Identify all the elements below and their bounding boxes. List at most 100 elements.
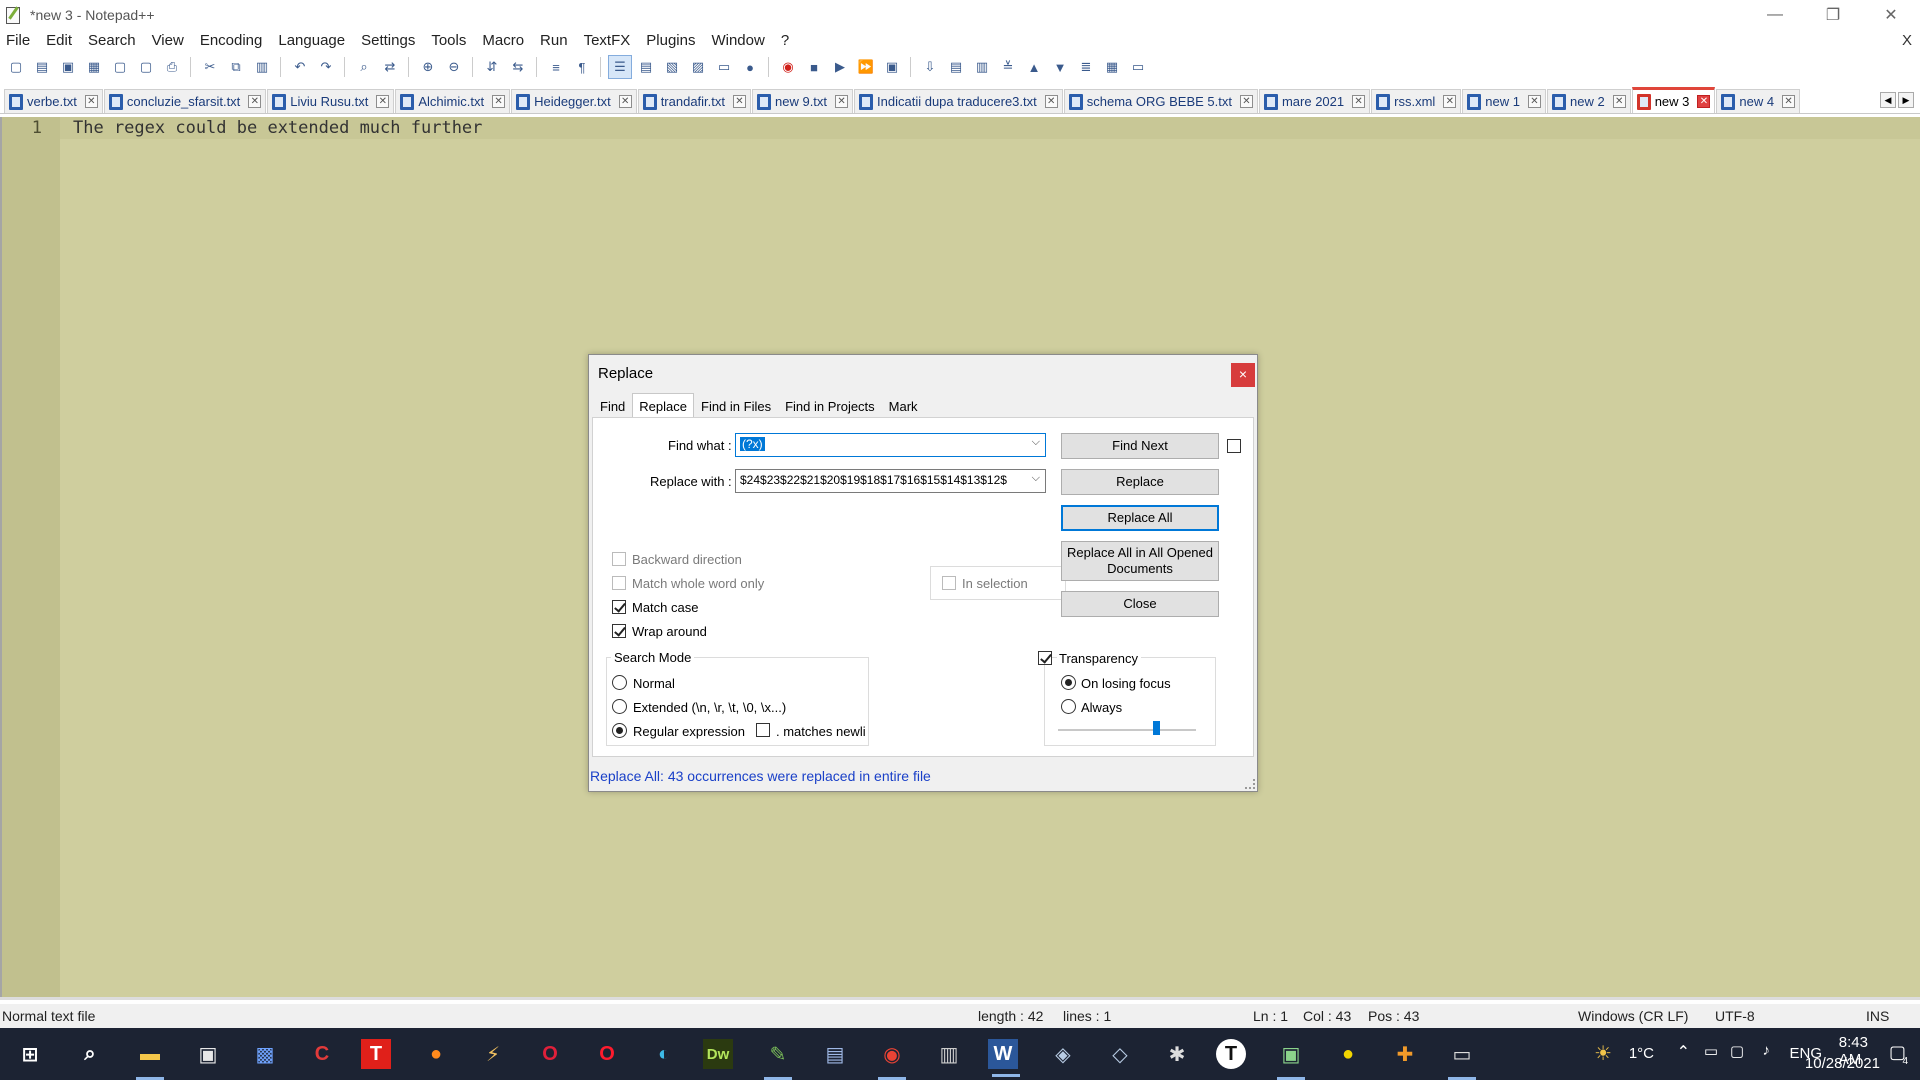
match-case-checkbox[interactable]: [612, 600, 626, 614]
paste-icon[interactable]: ▥: [250, 55, 274, 79]
tab-new-3[interactable]: new 3 ✕: [1631, 87, 1716, 113]
plugin-tool-3-icon[interactable]: ▥: [970, 55, 994, 79]
plugin-tool-2-icon[interactable]: ▤: [944, 55, 968, 79]
app-icon-3[interactable]: ▤: [817, 1036, 853, 1072]
zoom-in-icon[interactable]: ⊕: [416, 55, 440, 79]
store-icon[interactable]: ▣: [190, 1036, 226, 1072]
close-window-button[interactable]: ✕: [1862, 0, 1920, 30]
backward-direction-checkbox[interactable]: [612, 552, 626, 566]
transparency-slider-track[interactable]: [1058, 729, 1196, 731]
tab-new-2[interactable]: new 2 ✕: [1547, 89, 1631, 113]
macro-run-multiple-icon[interactable]: ⏩: [854, 55, 878, 79]
editor-text-line[interactable]: The regex could be extended much further: [73, 118, 482, 138]
t-app-icon[interactable]: T: [361, 1039, 391, 1069]
tab-concluzie-sfarsit[interactable]: concluzie_sfarsit.txt ✕: [103, 89, 267, 113]
save-icon[interactable]: ▣: [56, 55, 80, 79]
menu-window[interactable]: Window: [703, 30, 772, 52]
tab-liviu-rusu[interactable]: Liviu Rusu.txt ✕: [267, 89, 395, 113]
app-icon-6[interactable]: ◇: [1102, 1036, 1138, 1072]
zoom-out-icon[interactable]: ⊖: [442, 55, 466, 79]
tab-verbe[interactable]: verbe.txt ✕: [4, 89, 103, 113]
transparency-checkbox[interactable]: [1038, 651, 1052, 665]
plugin-tool-6-icon[interactable]: ▦: [1100, 55, 1124, 79]
tab-close-icon[interactable]: ✕: [492, 95, 506, 108]
app-icon-2[interactable]: ⚡: [475, 1036, 511, 1072]
tab-find-in-files[interactable]: Find in Files: [694, 395, 778, 417]
volume-icon[interactable]: ♪: [1763, 1042, 1771, 1059]
close-file-icon[interactable]: ▢: [108, 55, 132, 79]
encoding-status[interactable]: UTF-8: [1715, 1008, 1755, 1024]
tab-close-icon[interactable]: ✕: [1528, 95, 1541, 108]
maximize-button[interactable]: ❐: [1804, 0, 1862, 30]
file-explorer-icon[interactable]: ▬: [132, 1036, 168, 1080]
chevron-down-icon[interactable]: ⌵: [1028, 472, 1040, 485]
word-icon[interactable]: W: [988, 1039, 1020, 1077]
tab-scroll-right-icon[interactable]: ▶: [1898, 92, 1914, 108]
eol-status[interactable]: Windows (CR LF): [1578, 1008, 1688, 1024]
regex-mode-radio[interactable]: [612, 723, 627, 738]
sync-vertical-icon[interactable]: ⇵: [480, 55, 504, 79]
user-lang-icon[interactable]: ▨: [686, 55, 710, 79]
menu-edit[interactable]: Edit: [38, 30, 80, 52]
search-icon[interactable]: ⌕: [72, 1036, 108, 1072]
tab-new-4[interactable]: new 4 ✕: [1716, 89, 1801, 113]
resize-grip-icon[interactable]: [1245, 779, 1255, 789]
dreamweaver-icon[interactable]: Dw: [703, 1039, 733, 1069]
arrow-up-icon[interactable]: ▲: [1022, 55, 1046, 79]
close-button[interactable]: Close: [1061, 591, 1219, 617]
app-icon-4[interactable]: ▥: [931, 1036, 967, 1072]
tab-close-icon[interactable]: ✕: [1612, 95, 1626, 108]
sync-horizontal-icon[interactable]: ⇆: [506, 55, 530, 79]
menu-language[interactable]: Language: [270, 30, 353, 52]
plugin-tool-4-icon[interactable]: ≚: [996, 55, 1020, 79]
in-selection-checkbox[interactable]: [942, 576, 956, 590]
close-all-icon[interactable]: ▢: [134, 55, 158, 79]
tab-close-icon[interactable]: ✕: [1239, 95, 1253, 108]
tab-rss-xml[interactable]: rss.xml ✕: [1371, 89, 1462, 113]
open-file-icon[interactable]: ▤: [30, 55, 54, 79]
folder-workspace-icon[interactable]: ▭: [712, 55, 736, 79]
weather-icon[interactable]: ☀: [1594, 1041, 1612, 1066]
tab-mark[interactable]: Mark: [882, 395, 925, 417]
app-icon-1[interactable]: ▩: [247, 1036, 283, 1072]
find-what-combo[interactable]: (?x) ⌵: [735, 433, 1046, 457]
macro-save-icon[interactable]: ▣: [880, 55, 904, 79]
whole-word-checkbox[interactable]: [612, 576, 626, 590]
opera-gx-icon[interactable]: O: [532, 1036, 568, 1072]
always-radio[interactable]: [1061, 699, 1076, 714]
terminal-icon[interactable]: ▭: [1444, 1036, 1480, 1080]
new-file-icon[interactable]: ▢: [4, 55, 28, 79]
notepadpp-taskbar-icon[interactable]: ✎: [760, 1036, 796, 1080]
search-tool-icon[interactable]: ●: [1330, 1036, 1366, 1072]
tab-heidegger[interactable]: Heidegger.txt ✕: [511, 89, 637, 113]
on-losing-focus-radio[interactable]: [1061, 675, 1076, 690]
replace-with-combo[interactable]: $24$23$22$21$20$19$18$17$16$15$14$13$12$…: [735, 469, 1046, 493]
tab-find[interactable]: Find: [593, 395, 632, 417]
menu-settings[interactable]: Settings: [353, 30, 423, 52]
tab-alchimic[interactable]: Alchimic.txt ✕: [395, 89, 511, 113]
plugin-tool-5-icon[interactable]: ≣: [1074, 55, 1098, 79]
dialog-close-button[interactable]: ×: [1231, 363, 1255, 387]
tab-close-icon[interactable]: ✕: [248, 95, 262, 108]
opera-icon[interactable]: O: [589, 1036, 625, 1072]
macro-play-icon[interactable]: ▶: [828, 55, 852, 79]
replace-icon[interactable]: ⇄: [378, 55, 402, 79]
indent-guide-icon[interactable]: ☰: [608, 55, 632, 79]
tab-close-icon[interactable]: ✕: [1697, 95, 1711, 108]
cut-icon[interactable]: ✂: [198, 55, 222, 79]
word-wrap-icon[interactable]: ≡: [544, 55, 568, 79]
tab-mare-2021[interactable]: mare 2021 ✕: [1258, 89, 1371, 113]
show-all-chars-icon[interactable]: ¶: [570, 55, 594, 79]
macro-stop-icon[interactable]: ■: [802, 55, 826, 79]
chevron-up-icon[interactable]: ⌃: [1677, 1042, 1690, 1062]
undo-icon[interactable]: ↶: [288, 55, 312, 79]
weather-temperature[interactable]: 1°C: [1629, 1045, 1654, 1062]
tab-scroll-left-icon[interactable]: ◀: [1880, 92, 1896, 108]
function-list-icon[interactable]: ▧: [660, 55, 684, 79]
tab-close-icon[interactable]: ✕: [1352, 95, 1366, 108]
transparency-slider-thumb[interactable]: [1153, 721, 1160, 735]
tab-find-in-projects[interactable]: Find in Projects: [778, 395, 882, 417]
arrow-down-icon[interactable]: ▼: [1048, 55, 1072, 79]
menu-plugins[interactable]: Plugins: [638, 30, 703, 52]
chrome-icon[interactable]: ◉: [874, 1036, 910, 1080]
